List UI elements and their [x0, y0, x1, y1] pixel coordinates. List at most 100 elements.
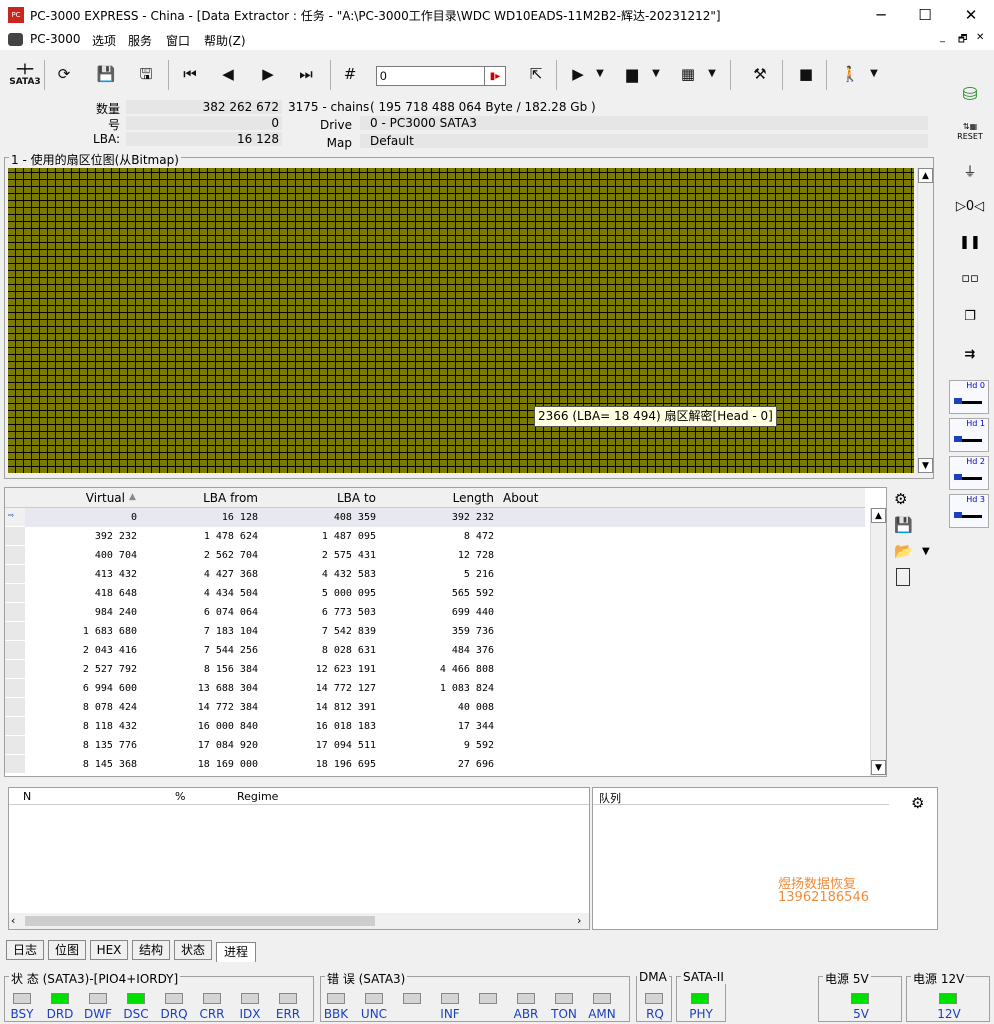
row-header[interactable] — [5, 546, 25, 565]
table-row[interactable]: 8 078 424 14 772 384 14 812 391 40 008 — [5, 698, 865, 717]
row-header[interactable] — [5, 679, 25, 698]
col-lba-to[interactable]: LBA to — [263, 491, 376, 505]
col-virtual[interactable]: Virtual — [25, 491, 125, 505]
row-header[interactable] — [5, 603, 25, 622]
table-row[interactable]: 392 232 1 478 624 1 487 095 8 472 — [5, 527, 865, 546]
menu-options[interactable]: 选项 — [92, 32, 116, 49]
lba-input[interactable] — [376, 66, 486, 86]
save-button[interactable]: 💾 — [92, 60, 120, 88]
table-row[interactable]: 1 683 680 7 183 104 7 542 839 359 736 — [5, 622, 865, 641]
scroll-left-icon[interactable]: ‹ — [11, 914, 15, 927]
row-header[interactable] — [5, 660, 25, 679]
table-row[interactable]: 400 704 2 562 704 2 575 431 12 728 — [5, 546, 865, 565]
row-header[interactable] — [5, 698, 25, 717]
sector-bitmap[interactable] — [8, 168, 914, 473]
process-hscrollbar[interactable]: ‹ › — [9, 913, 589, 929]
first-button[interactable]: ⏮ — [176, 60, 204, 88]
settings-button[interactable]: ⚙ — [894, 490, 907, 508]
table-row[interactable]: ⇨ 0 16 128 408 359 392 232 — [5, 508, 865, 527]
open-folder-button[interactable]: 📂 — [894, 542, 913, 560]
tab-hex[interactable]: HEX — [90, 940, 128, 960]
col-about[interactable]: About — [503, 491, 538, 505]
table-scrollbar[interactable]: ▲ ▼ — [870, 508, 886, 776]
row-header[interactable] — [5, 584, 25, 603]
connector-button[interactable]: ⇉ — [952, 340, 988, 370]
table-row[interactable]: 8 145 368 18 169 000 18 196 695 27 696 — [5, 755, 865, 774]
queue-settings-button[interactable]: ⚙ — [911, 794, 924, 812]
menu-help[interactable]: 帮助(Z) — [204, 32, 246, 49]
refresh-map-button[interactable]: ⟳ — [50, 60, 78, 88]
maximize-button[interactable]: ☐ — [902, 0, 948, 30]
table-row[interactable]: 8 135 776 17 084 920 17 094 511 9 592 — [5, 736, 865, 755]
scroll-up-icon[interactable]: ▲ — [918, 168, 933, 183]
exit-dropdown[interactable]: ▼ — [866, 60, 882, 88]
row-header[interactable] — [5, 565, 25, 584]
table-row[interactable]: 984 240 6 074 064 6 773 503 699 440 — [5, 603, 865, 622]
tab-status[interactable]: 状态 — [174, 940, 212, 960]
grid-button[interactable]: ▦ — [674, 60, 702, 88]
next-button[interactable]: ▶ — [254, 60, 282, 88]
play-dropdown[interactable]: ▼ — [592, 60, 608, 88]
save-as-button[interactable]: 🖫 — [132, 60, 160, 88]
image-dropdown[interactable]: ▼ — [648, 60, 664, 88]
lba-go-button[interactable]: ▮▸ — [484, 66, 506, 86]
copy-button[interactable]: ❐ — [952, 302, 988, 332]
menu-pc3000[interactable]: PC-3000 — [30, 32, 80, 46]
reset-button[interactable]: ⇅▦ RESET — [952, 118, 988, 148]
hd3-button[interactable]: Hd 3 — [949, 494, 989, 528]
new-document-button[interactable] — [896, 568, 910, 586]
col-percent[interactable]: % — [175, 790, 185, 803]
scroll-thumb[interactable] — [25, 916, 375, 926]
mdi-close-button[interactable]: ✕ — [976, 32, 984, 43]
col-lba-from[interactable]: LBA from — [145, 491, 258, 505]
image-button[interactable]: ▆ — [618, 60, 646, 88]
bitmap-scrollbar[interactable]: ▲ ▼ — [917, 168, 933, 474]
pause-button[interactable]: ❚❚ — [952, 228, 988, 258]
row-header[interactable]: ⇨ — [5, 508, 25, 527]
table-row[interactable]: 8 118 432 16 000 840 16 018 183 17 344 — [5, 717, 865, 736]
table-save-button[interactable]: 💾 — [894, 516, 913, 534]
tab-log[interactable]: 日志 — [6, 940, 44, 960]
goto-lba-button[interactable]: # — [336, 60, 364, 88]
scroll-down-icon[interactable]: ▼ — [871, 760, 886, 775]
col-regime[interactable]: Regime — [237, 790, 278, 803]
scroll-up-icon[interactable]: ▲ — [871, 508, 886, 523]
stop-button[interactable]: ■ — [792, 60, 820, 88]
row-header[interactable] — [5, 736, 25, 755]
grid-dropdown[interactable]: ▼ — [704, 60, 720, 88]
row-header[interactable] — [5, 527, 25, 546]
play-button[interactable]: ▶ — [564, 60, 592, 88]
sata-port-button[interactable]: ━╋━ SATA3 — [8, 60, 42, 88]
col-length[interactable]: Length — [381, 491, 494, 505]
measure-button[interactable]: ▷0◁ — [952, 192, 988, 222]
menu-service[interactable]: 服务 — [128, 32, 152, 49]
folder-dropdown[interactable]: ▼ — [922, 546, 930, 557]
tools-button[interactable]: ⚒ — [746, 60, 774, 88]
row-header[interactable] — [5, 641, 25, 660]
table-row[interactable]: 413 432 4 427 368 4 432 583 5 216 — [5, 565, 865, 584]
col-n[interactable]: N — [23, 790, 31, 803]
scroll-down-icon[interactable]: ▼ — [918, 458, 933, 473]
last-button[interactable]: ⏭ — [292, 60, 320, 88]
hd1-button[interactable]: Hd 1 — [949, 418, 989, 452]
tab-structure[interactable]: 结构 — [132, 940, 170, 960]
chip-button[interactable]: ▫▫ — [952, 264, 988, 294]
table-row[interactable]: 418 648 4 434 504 5 000 095 565 592 — [5, 584, 865, 603]
minimize-button[interactable]: ─ — [858, 0, 904, 30]
prev-button[interactable]: ◀ — [214, 60, 242, 88]
hd2-button[interactable]: Hd 2 — [949, 456, 989, 490]
hd0-button[interactable]: Hd 0 — [949, 380, 989, 414]
row-header[interactable] — [5, 755, 25, 774]
close-button[interactable]: ✕ — [948, 0, 994, 30]
tab-process[interactable]: 进程 — [216, 942, 256, 962]
exit-button[interactable]: 🚶 — [836, 60, 864, 88]
row-header[interactable] — [5, 717, 25, 736]
table-row[interactable]: 2 043 416 7 544 256 8 028 631 484 376 — [5, 641, 865, 660]
database-button[interactable]: ⛁ — [952, 80, 988, 110]
menu-window[interactable]: 窗口 — [166, 32, 190, 49]
export-button[interactable]: ⇱ — [522, 60, 550, 88]
table-row[interactable]: 2 527 792 8 156 384 12 623 191 4 466 808 — [5, 660, 865, 679]
tab-bitmap[interactable]: 位图 — [48, 940, 86, 960]
mdi-restore-button[interactable]: 🗗 — [958, 32, 967, 49]
scroll-right-icon[interactable]: › — [577, 914, 581, 927]
